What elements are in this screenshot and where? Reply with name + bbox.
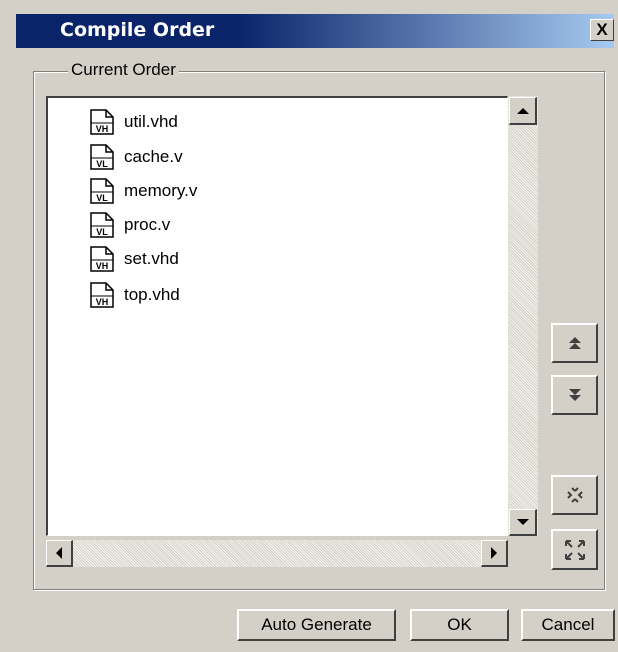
file-name: util.vhd: [124, 112, 178, 131]
expand-icon: [564, 539, 585, 560]
verilog-file-icon: VL: [90, 178, 114, 204]
title-bar: Compile Order: [16, 14, 614, 48]
auto-generate-button[interactable]: Auto Generate: [237, 609, 396, 641]
vhdl-file-icon: VH: [90, 109, 114, 135]
horizontal-scrollbar[interactable]: [46, 540, 508, 567]
scroll-up-button[interactable]: [509, 97, 537, 125]
vhdl-file-icon: VH: [90, 246, 114, 272]
list-item[interactable]: VH util.vhd: [90, 109, 178, 135]
file-name: memory.v: [124, 181, 198, 200]
svg-text:VH: VH: [96, 124, 109, 134]
list-item[interactable]: VH set.vhd: [90, 246, 179, 272]
arrow-down-icon: [516, 519, 529, 525]
file-name: top.vhd: [124, 285, 180, 304]
file-list[interactable]: VH util.vhd VL cache.v VL memory.v VL pr…: [46, 96, 508, 536]
collapse-icon: [566, 487, 583, 503]
move-up-button[interactable]: [551, 323, 598, 363]
collapse-button[interactable]: [551, 475, 598, 515]
list-item[interactable]: VL memory.v: [90, 178, 197, 204]
list-item[interactable]: VL cache.v: [90, 144, 183, 170]
list-item[interactable]: VL proc.v: [90, 212, 170, 238]
double-up-arrow-icon: [568, 337, 581, 349]
cancel-button[interactable]: Cancel: [521, 609, 615, 641]
file-name: proc.v: [124, 215, 171, 234]
ok-button[interactable]: OK: [410, 609, 509, 641]
dialog-title: Compile Order: [60, 19, 215, 41]
group-legend: Current Order: [68, 60, 179, 80]
close-button[interactable]: X: [590, 19, 614, 41]
svg-text:VH: VH: [96, 297, 109, 307]
arrow-right-icon: [491, 547, 497, 559]
file-name: set.vhd: [124, 249, 179, 268]
verilog-file-icon: VL: [90, 144, 114, 170]
scroll-left-button[interactable]: [46, 540, 73, 567]
expand-button[interactable]: [551, 529, 598, 570]
arrow-left-icon: [56, 547, 62, 559]
svg-text:VL: VL: [96, 227, 108, 237]
scroll-right-button[interactable]: [481, 540, 508, 567]
arrow-up-icon: [516, 107, 529, 114]
move-down-button[interactable]: [551, 375, 598, 415]
verilog-file-icon: VL: [90, 212, 114, 238]
double-down-arrow-icon: [568, 389, 581, 401]
svg-text:VL: VL: [96, 159, 108, 169]
svg-text:VH: VH: [96, 261, 109, 271]
svg-text:VL: VL: [96, 193, 108, 203]
vertical-scrollbar[interactable]: [508, 96, 538, 536]
vhdl-file-icon: VH: [90, 282, 114, 308]
list-item[interactable]: VH top.vhd: [90, 282, 180, 308]
scroll-down-button[interactable]: [509, 509, 537, 536]
file-name: cache.v: [124, 147, 183, 166]
